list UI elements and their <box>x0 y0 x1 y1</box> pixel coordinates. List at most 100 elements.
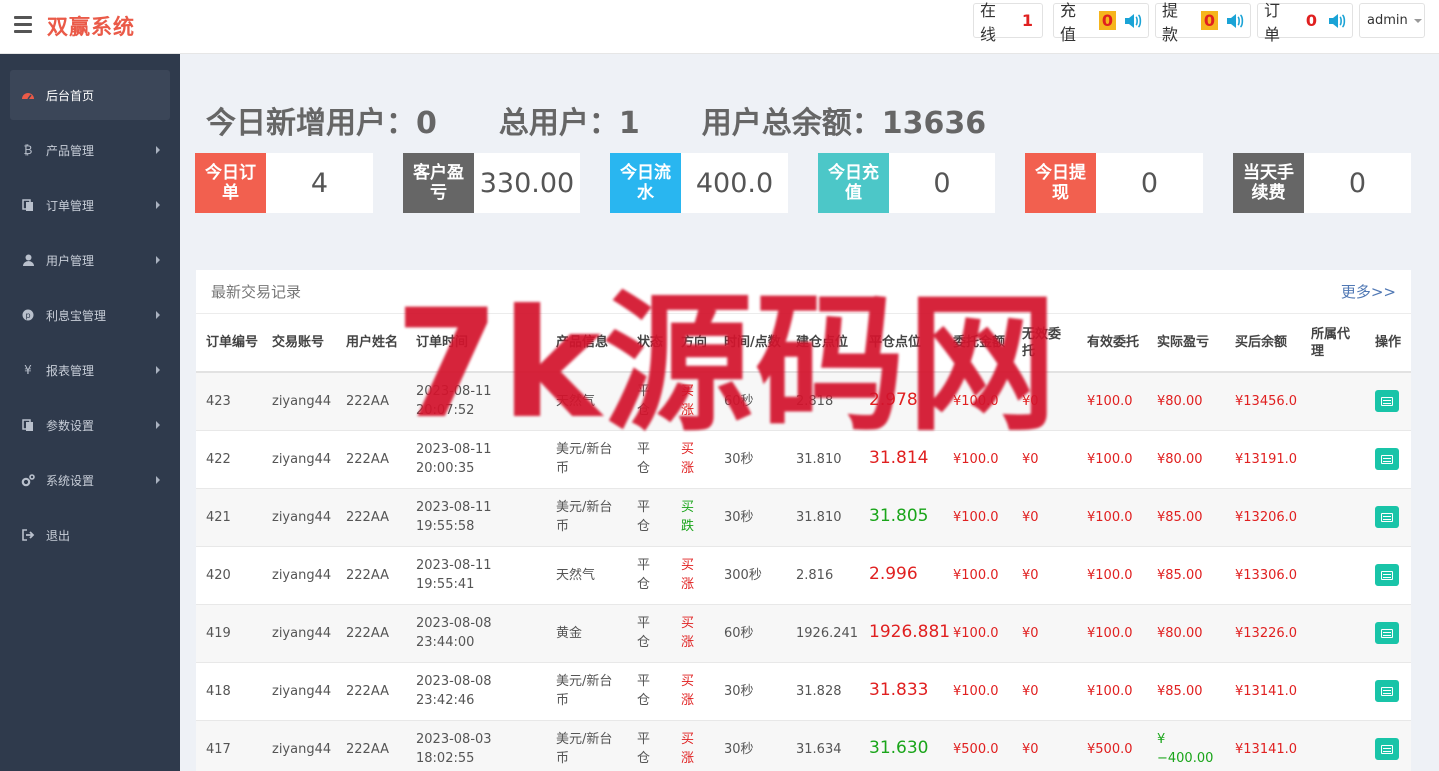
more-link[interactable]: 更多>> <box>1341 281 1396 302</box>
sidebar-item-label: 参数设置 <box>46 418 95 433</box>
kpi-today-orders: 今日订单 4 <box>195 153 373 213</box>
status-cell-text: 平仓 <box>637 616 651 650</box>
table-row[interactable]: 419 ziyang44 222AA 2023-08-08 23:44:00 黄金 平仓买… <box>196 604 1411 663</box>
sidebar-item-params[interactable]: 参数设置 <box>10 400 170 450</box>
balance-cell: ¥13206.0 <box>1225 488 1301 547</box>
action-cell <box>1365 604 1411 663</box>
balance-cell-text: ¥13306.0 <box>1235 567 1298 583</box>
kpi-value: 4 <box>310 167 329 199</box>
table-row[interactable]: 421 ziyang44 222AA 2023-08-11 19:55:58 美元/新台… <box>196 488 1411 547</box>
sidebar-item-interest[interactable]: p 利息宝管理 <box>10 290 170 340</box>
account-cell-text: ziyang44 <box>272 625 332 641</box>
close-price-cell-text: 31.833 <box>869 680 929 700</box>
order-id-cell: 418 <box>196 662 262 721</box>
close-price-cell: 1926.881 <box>859 604 950 663</box>
entrust-amount-cell-text: ¥100.0 <box>953 625 999 641</box>
period-cell: 30秒 <box>714 488 786 547</box>
column-header: 订单时间 <box>406 314 546 373</box>
detail-button-icon[interactable] <box>1375 448 1399 470</box>
open-price-cell: 1926.241 <box>786 604 859 663</box>
order-time-cell: 2023-08-03 18:02:55 <box>406 720 546 771</box>
chevron-right-icon <box>156 476 160 484</box>
account-cell-text: ziyang44 <box>272 741 332 757</box>
detail-button-icon[interactable] <box>1375 680 1399 702</box>
sidebar-item-reports[interactable]: ¥ 报表管理 <box>10 345 170 395</box>
pnl-cell-text: ¥85.00 <box>1157 567 1203 583</box>
table-body: 423 ziyang44 222AA 2023-08-11 20:07:52 天然气 平仓… <box>196 372 1411 771</box>
valid-entrust-cell-text: ¥100.0 <box>1087 567 1133 583</box>
period-cell-text: 30秒 <box>724 741 754 757</box>
chevron-right-icon <box>156 366 160 374</box>
table-row[interactable]: 423 ziyang44 222AA 2023-08-11 20:07:52 天然气 平仓… <box>196 372 1411 431</box>
withdraw-chip[interactable]: 提款 0 <box>1155 1 1251 44</box>
status-cell-text: 平仓 <box>637 674 651 708</box>
status-cell-text: 平仓 <box>637 384 651 419</box>
speaker-icon[interactable] <box>1328 13 1346 29</box>
chevron-right-icon <box>156 256 160 264</box>
sidebar-item-dashboard[interactable]: 后台首页 <box>10 70 170 120</box>
account-cell: ziyang44 <box>262 720 336 771</box>
sidebar-item-orders[interactable]: 订单管理 <box>10 180 170 230</box>
table-row[interactable]: 422 ziyang44 222AA 2023-08-11 20:00:35 美元/新台… <box>196 430 1411 489</box>
detail-button-icon[interactable] <box>1375 506 1399 528</box>
period-cell-text: 60秒 <box>724 393 754 409</box>
balance-cell: ¥13306.0 <box>1225 546 1301 605</box>
balance-cell-text: ¥13456.0 <box>1235 393 1298 409</box>
column-header: 所属代理 <box>1301 314 1365 373</box>
order-chip[interactable]: 订单 0 <box>1257 1 1353 44</box>
account-cell: ziyang44 <box>262 430 336 489</box>
menu-toggle-icon[interactable] <box>14 16 32 34</box>
agent-cell <box>1301 662 1365 721</box>
order-time-cell-text: 2023-08-11 19:55:41 <box>416 558 492 592</box>
svg-text:p: p <box>25 311 30 320</box>
sidebar-item-users[interactable]: 用户管理 <box>10 235 170 285</box>
kpi-value: 0 <box>1140 167 1159 199</box>
online-chip[interactable]: 在线 1 <box>973 1 1043 44</box>
sidebar-item-logout[interactable]: 退出 <box>10 510 170 560</box>
status-cell-text: 平仓 <box>637 558 651 592</box>
admin-dropdown[interactable]: admin <box>1359 3 1425 38</box>
speaker-icon[interactable] <box>1226 13 1244 29</box>
open-price-cell-text: 31.828 <box>796 683 842 699</box>
balance-cell-text: ¥13206.0 <box>1235 509 1298 525</box>
product-cell-text: 美元/新台币 <box>556 674 613 708</box>
admin-label: admin <box>1367 13 1408 28</box>
close-price-cell-text: 1926.881 <box>869 622 951 642</box>
valid-entrust-cell-text: ¥100.0 <box>1087 683 1133 699</box>
column-header: 操作 <box>1365 314 1411 373</box>
bitcoin-icon: ₿ <box>23 143 33 157</box>
product-cell: 美元/新台币 <box>546 662 627 721</box>
table-row[interactable]: 418 ziyang44 222AA 2023-08-08 23:42:46 美元/新台… <box>196 662 1411 721</box>
pnl-cell-text: ¥80.00 <box>1157 393 1203 409</box>
order-id-cell-text: 421 <box>206 509 231 525</box>
gears-icon <box>20 473 36 487</box>
detail-button-icon[interactable] <box>1375 390 1399 413</box>
product-cell-text: 美元/新台币 <box>556 442 613 476</box>
invalid-entrust-cell-text: ¥0 <box>1022 625 1039 641</box>
invalid-entrust-cell: ¥0 <box>1012 604 1077 663</box>
account-cell: ziyang44 <box>262 488 336 547</box>
detail-button-icon[interactable] <box>1375 738 1399 760</box>
valid-entrust-cell-text: ¥100.0 <box>1087 509 1133 525</box>
detail-button-icon[interactable] <box>1375 622 1399 644</box>
sidebar-item-products[interactable]: ₿ 产品管理 <box>10 125 170 175</box>
pnl-cell-text: ¥80.00 <box>1157 451 1203 467</box>
speaker-icon[interactable] <box>1124 13 1142 29</box>
table-row[interactable]: 417 ziyang44 222AA 2023-08-03 18:02:55 美元/新台… <box>196 720 1411 771</box>
kpi-today-withdraw: 今日提现 0 <box>1025 153 1203 213</box>
online-label: 在线 <box>980 0 997 44</box>
agent-cell <box>1301 720 1365 771</box>
kpi-value: 400.0 <box>695 167 774 199</box>
detail-button-icon[interactable] <box>1375 564 1399 586</box>
entrust-amount-cell: ¥100.0 <box>943 604 1012 663</box>
order-id-cell: 421 <box>196 488 262 547</box>
close-price-cell: 31.833 <box>859 662 943 721</box>
recharge-chip[interactable]: 充值 0 <box>1053 1 1149 44</box>
open-price-cell: 2.816 <box>786 546 859 605</box>
balance-cell: ¥13141.0 <box>1225 720 1301 771</box>
valid-entrust-cell: ¥100.0 <box>1077 488 1147 547</box>
sidebar-item-system[interactable]: 系统设置 <box>10 455 170 505</box>
open-price-cell-text: 31.634 <box>796 741 842 757</box>
close-price-cell: 31.814 <box>859 430 943 489</box>
table-row[interactable]: 420 ziyang44 222AA 2023-08-11 19:55:41 天然气 平仓… <box>196 546 1411 605</box>
